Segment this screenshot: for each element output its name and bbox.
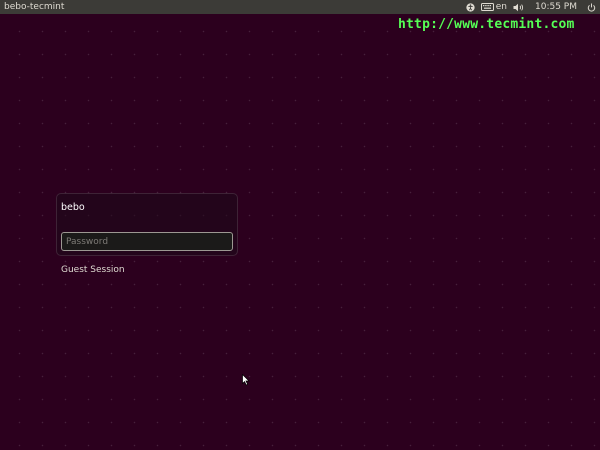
- keyboard-icon: [480, 3, 494, 11]
- username-label[interactable]: bebo: [61, 202, 85, 213]
- power-icon[interactable]: [587, 3, 596, 12]
- keyboard-layout-indicator[interactable]: en: [480, 0, 507, 14]
- guest-session-option[interactable]: Guest Session: [61, 265, 125, 275]
- volume-icon[interactable]: [513, 3, 525, 12]
- accessibility-icon[interactable]: [466, 2, 475, 12]
- password-input[interactable]: [61, 232, 233, 251]
- indicator-area: en 10:55 PM: [466, 0, 596, 14]
- login-card: bebo: [56, 193, 238, 256]
- clock-label[interactable]: 10:55 PM: [535, 0, 577, 14]
- mouse-pointer-icon: [242, 371, 250, 390]
- hostname-label: bebo-tecmint: [4, 2, 65, 12]
- top-panel: bebo-tecmint en 10:55 PM: [0, 0, 600, 14]
- watermark-url: http://www.tecmint.com: [398, 17, 575, 32]
- keyboard-layout-label: en: [495, 2, 507, 12]
